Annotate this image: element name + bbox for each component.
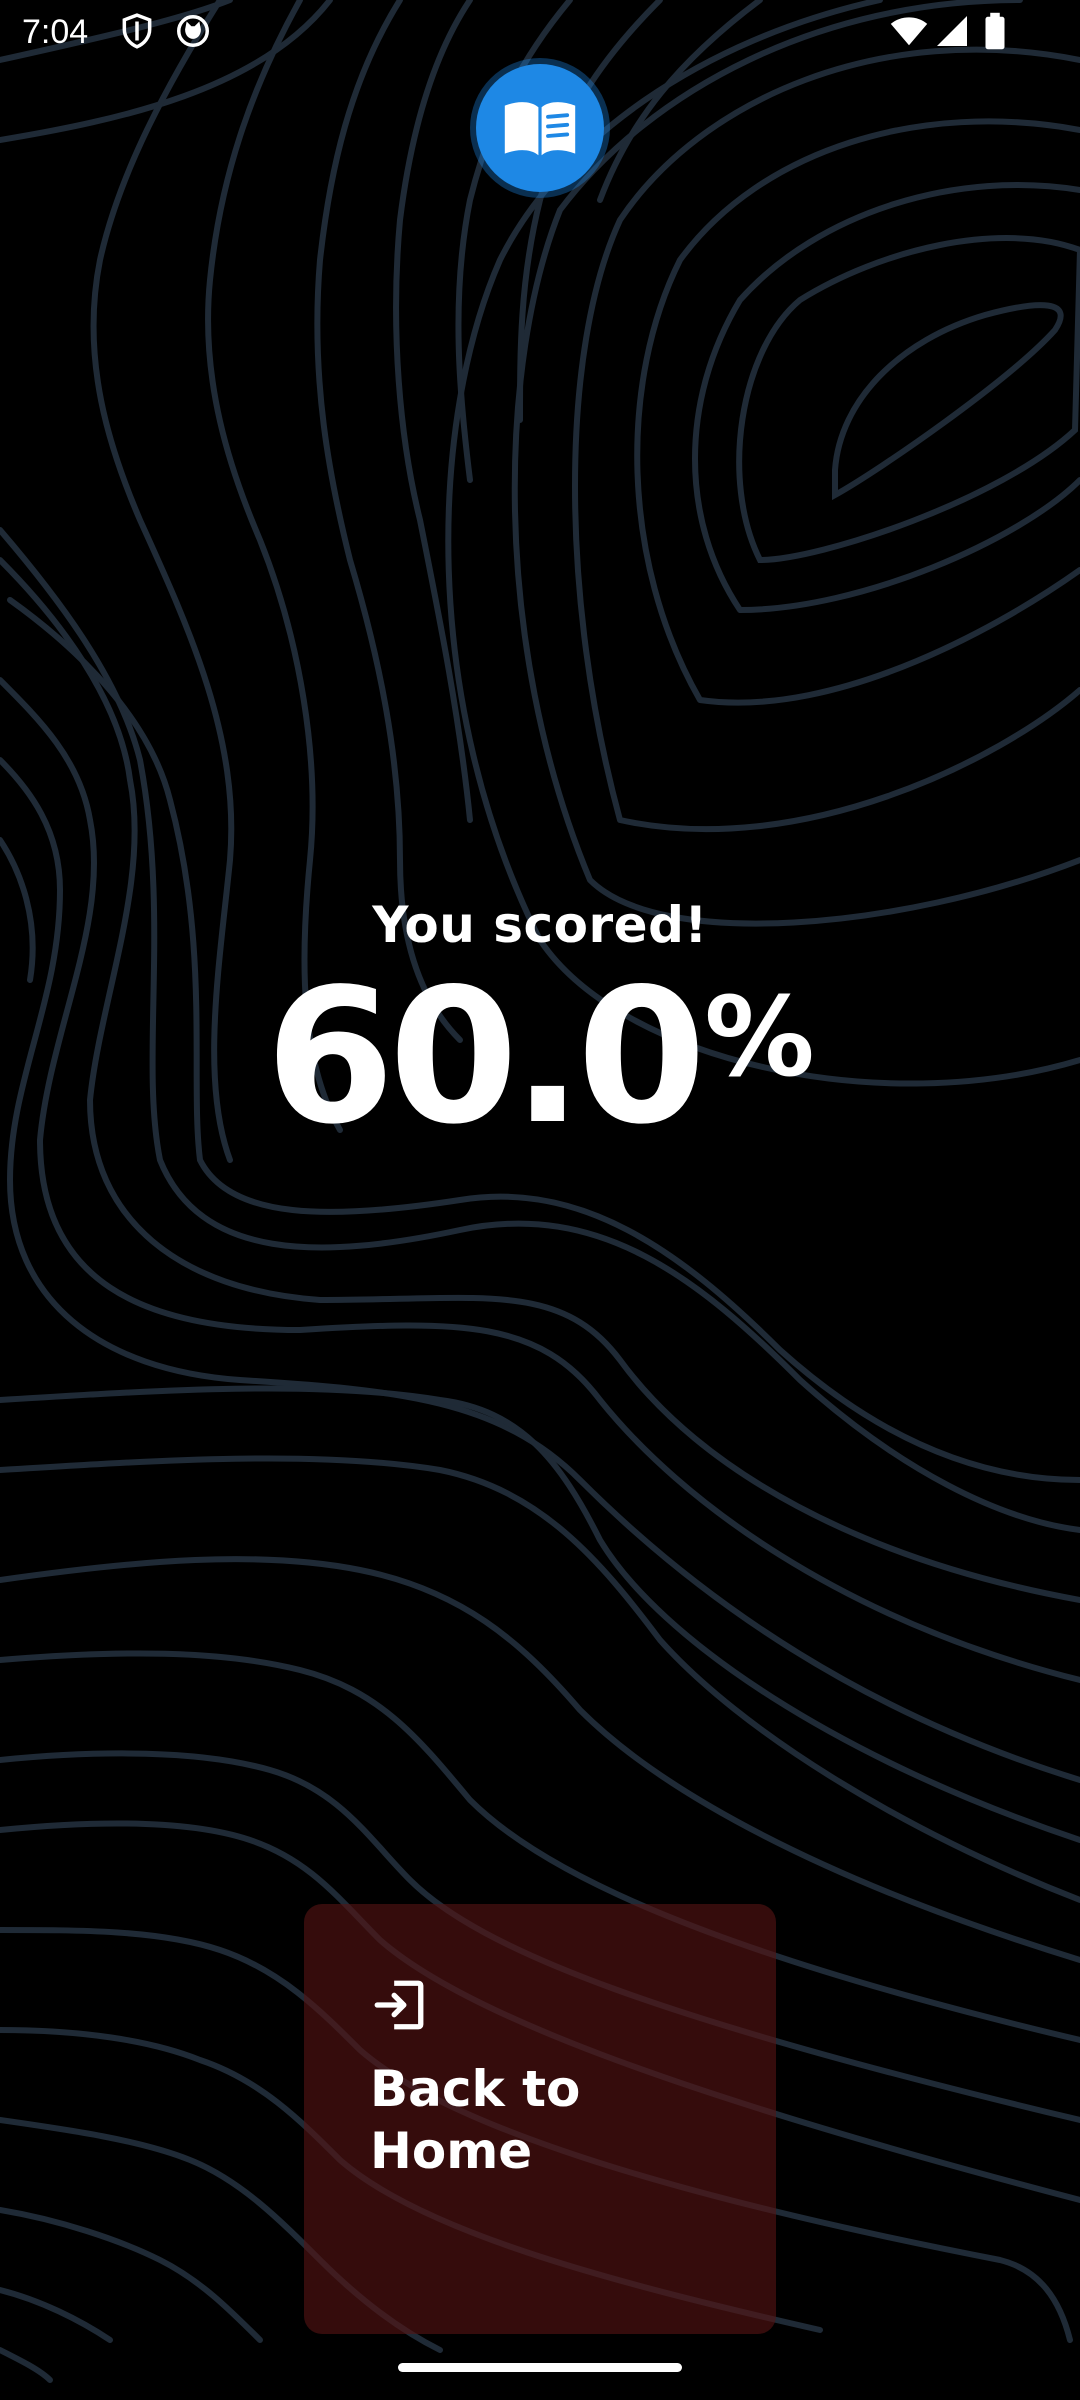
battery-icon — [985, 12, 1005, 50]
score-display: 60.0 % — [0, 964, 1080, 1150]
open-book-icon — [504, 102, 576, 156]
status-time: 7:04 — [22, 13, 89, 51]
back-to-home-label: Back to Home — [370, 2060, 581, 2180]
score-value: 60.0 — [265, 948, 706, 1165]
cat-face-icon — [177, 15, 209, 47]
app-logo — [476, 64, 604, 192]
cellular-signal-icon — [937, 16, 967, 46]
score-unit: % — [704, 973, 815, 1101]
exit-arrow-icon — [374, 1980, 424, 2030]
status-bar: 7:04 — [0, 0, 1080, 64]
gesture-nav-handle[interactable] — [398, 2363, 682, 2372]
wifi-icon — [890, 17, 928, 46]
back-to-home-button[interactable]: Back to Home — [304, 1904, 776, 2334]
score-section: You scored! 60.0 % — [0, 890, 1080, 1150]
shield-icon — [122, 13, 152, 49]
